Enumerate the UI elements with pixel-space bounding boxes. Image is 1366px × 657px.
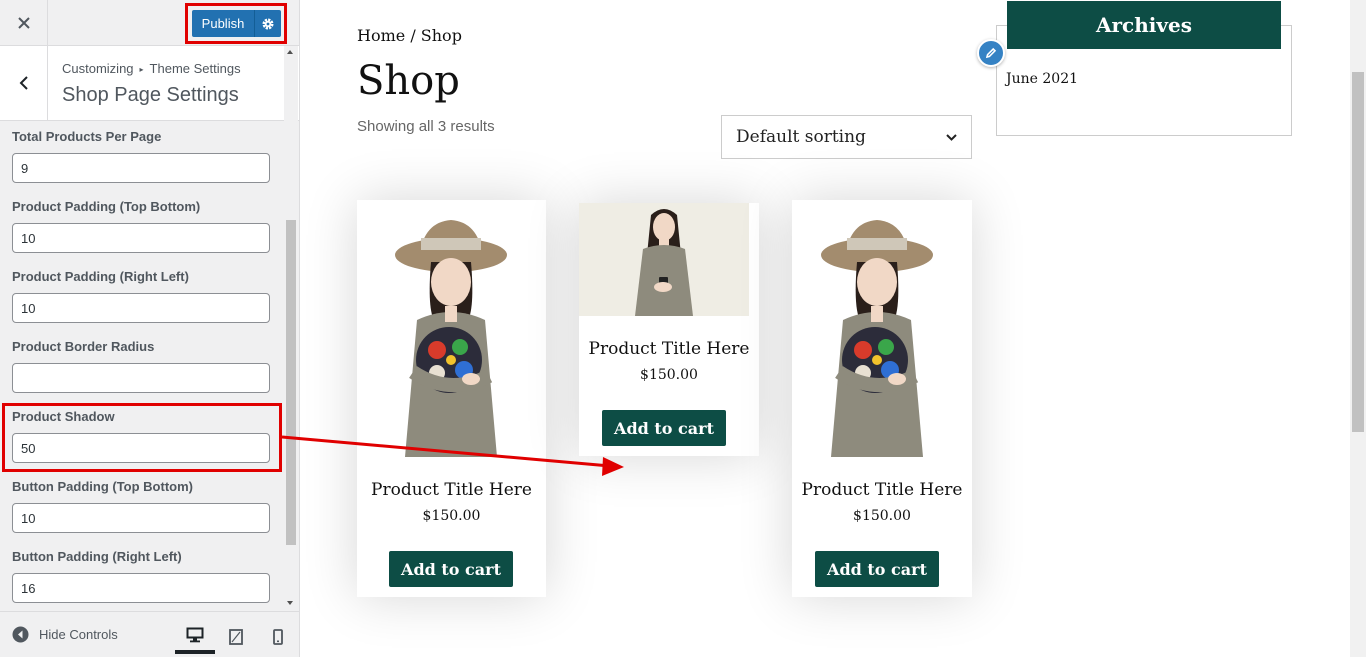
woman-with-hat-image [395,220,507,457]
product-card: Product Title Here $150.00 Add to cart [357,200,546,597]
add-to-cart-button[interactable]: Add to cart [815,551,939,587]
product-image[interactable] [357,200,546,457]
preview-desktop-button[interactable] [175,620,215,654]
shop-breadcrumb: Home / Shop [357,26,462,45]
hide-controls-label: Hide Controls [39,627,118,642]
control-product-border-radius: Product Border Radius [12,339,270,393]
close-icon [17,16,30,29]
breadcrumb-separator-icon: ▸ [139,65,144,74]
site-preview: Home / Shop Shop Showing all 3 results D… [300,0,1350,657]
section-title: Shop Page Settings [62,84,239,106]
control-label: Product Border Radius [12,339,155,354]
product-title[interactable]: Product Title Here [579,339,759,359]
control-label: Product Padding (Top Bottom) [12,199,201,214]
preview-tablet-button[interactable] [216,620,256,654]
desktop-icon [186,627,204,643]
mobile-icon [273,629,283,645]
controls-panel: Total Products Per Page Product Padding … [0,121,284,611]
button-padding-tb-input[interactable] [12,503,270,533]
control-label: Total Products Per Page [12,129,162,144]
product-price: $150.00 [640,367,698,383]
chevron-down-icon [946,133,957,141]
sorting-selected-value: Default sorting [736,127,866,147]
product-image[interactable] [792,200,972,457]
preview-scroll-thumb[interactable] [1352,72,1364,432]
breadcrumb-root: Customizing [62,61,134,76]
customizer-header: Publish [0,0,299,46]
publish-button[interactable]: Publish [192,10,254,37]
archives-title: Archives [1007,1,1281,49]
control-button-padding-tb: Button Padding (Top Bottom) [12,479,270,533]
customizer-footer: Hide Controls [0,611,299,657]
archive-link[interactable]: June 2021 [1006,71,1078,87]
control-label: Button Padding (Top Bottom) [12,479,193,494]
product-card: Product Title Here $150.00 Add to cart [579,203,759,456]
product-image[interactable] [579,203,749,316]
product-price: $150.00 [853,508,911,524]
control-label: Product Padding (Right Left) [12,269,189,284]
woman-with-hat-image [821,220,933,457]
pencil-icon [985,47,997,59]
product-price: $150.00 [422,508,481,524]
control-product-padding-tb: Product Padding (Top Bottom) [12,199,270,253]
control-label: Button Padding (Right Left) [12,549,182,564]
preview-mobile-button[interactable] [258,620,298,654]
collapse-arrow-icon [12,626,29,643]
product-border-radius-input[interactable] [12,363,270,393]
result-count: Showing all 3 results [357,118,495,135]
chevron-left-icon [19,76,28,90]
button-padding-rl-input[interactable] [12,573,270,603]
add-to-cart-button[interactable]: Add to cart [602,410,726,446]
woman-with-phone-image [635,209,693,316]
scroll-up-icon[interactable] [287,50,293,54]
customizer-sidebar: Publish Customizing ▸ Theme Settings Shop … [0,0,300,657]
product-padding-tb-input[interactable] [12,223,270,253]
publish-highlight: Publish [185,3,287,44]
control-button-padding-rl: Button Padding (Right Left) [12,549,270,603]
edit-widget-shortcut[interactable] [977,39,1005,67]
customizer-breadcrumb: Customizing ▸ Theme Settings [62,61,241,76]
gear-icon [262,18,274,29]
product-padding-rl-input[interactable] [12,293,270,323]
tablet-icon [229,629,243,645]
publish-settings-button[interactable] [254,10,281,37]
control-total-products: Total Products Per Page [12,129,270,183]
scroll-down-icon[interactable] [287,601,293,605]
product-shadow-input[interactable] [12,433,270,463]
product-card: Product Title Here $150.00 Add to cart [792,200,972,597]
total-products-input[interactable] [12,153,270,183]
breadcrumb-parent: Theme Settings [149,61,241,76]
sorting-select[interactable]: Default sorting [721,115,972,159]
control-label: Product Shadow [12,409,115,424]
product-title[interactable]: Product Title Here [792,480,972,500]
section-header: Customizing ▸ Theme Settings Shop Page Set… [0,46,299,121]
back-button[interactable] [0,46,48,120]
control-product-padding-rl: Product Padding (Right Left) [12,269,270,323]
sidebar-scroll-thumb[interactable] [286,220,296,545]
hide-controls-button[interactable]: Hide Controls [12,626,118,643]
close-customizer-button[interactable] [0,0,48,45]
control-product-shadow: Product Shadow [12,409,270,463]
page-title: Shop [357,58,460,104]
product-title[interactable]: Product Title Here [357,480,546,500]
add-to-cart-button[interactable]: Add to cart [389,551,513,587]
